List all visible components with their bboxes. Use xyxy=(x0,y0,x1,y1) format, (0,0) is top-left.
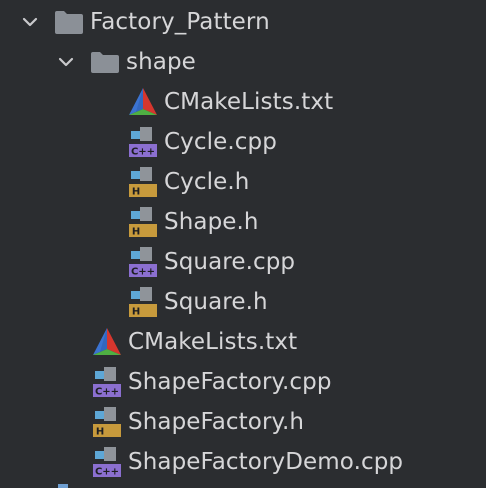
tree-row-label: Square.h xyxy=(164,289,268,315)
tree-row-file[interactable]: C++ ShapeFactory.cpp xyxy=(0,362,486,402)
cpp-badge-text: C++ xyxy=(131,147,155,158)
tree-row-label: Cycle.cpp xyxy=(164,129,277,155)
tree-row-label: ShapeFactory.cpp xyxy=(128,369,332,395)
chevron-down-icon[interactable] xyxy=(18,10,42,34)
project-tree: Factory_Pattern shape CMakeLists.txt C++… xyxy=(0,0,486,488)
tree-row-label: ShapeFactory.h xyxy=(128,409,305,435)
cmake-icon xyxy=(92,326,122,358)
header-badge-text: H xyxy=(132,307,140,318)
cpp-file-icon: C++ xyxy=(128,246,158,278)
tree-row-label: Shape.h xyxy=(164,209,259,235)
cpp-badge-text: C++ xyxy=(95,467,119,478)
tree-row-label: CMakeLists.txt xyxy=(164,89,334,115)
tree-row-file[interactable]: C++ ShapeFactoryDemo.cpp xyxy=(0,442,486,482)
tree-row-file[interactable]: C++ Square.cpp xyxy=(0,242,486,282)
cpp-badge-text: C++ xyxy=(131,267,155,278)
header-badge-text: H xyxy=(132,227,140,238)
folder-icon xyxy=(54,6,84,38)
cpp-file-icon: C++ xyxy=(92,446,122,478)
tree-row-label: Cycle.h xyxy=(164,169,250,195)
header-file-icon: H xyxy=(92,406,122,438)
chevron-down-icon[interactable] xyxy=(54,50,78,74)
tree-row-file[interactable]: CMakeLists.txt xyxy=(0,82,486,122)
tree-row-file[interactable]: C++ Cycle.cpp xyxy=(0,122,486,162)
cmake-icon xyxy=(128,86,158,118)
header-file-icon: H xyxy=(128,206,158,238)
header-badge-text: H xyxy=(132,187,140,198)
tree-row-file[interactable]: H Cycle.h xyxy=(0,162,486,202)
tree-row-label: shape xyxy=(126,49,196,75)
tree-row-label: Factory_Pattern xyxy=(90,9,270,35)
tree-row-file[interactable]: H ShapeFactory.h xyxy=(0,402,486,442)
tree-row-label: Square.cpp xyxy=(164,249,296,275)
folder-icon xyxy=(90,46,120,78)
tree-row-root-folder[interactable]: Factory_Pattern xyxy=(0,2,486,42)
header-file-icon: H xyxy=(128,286,158,318)
next-row-icon-fragment xyxy=(58,484,68,488)
tree-row-file[interactable]: CMakeLists.txt xyxy=(0,322,486,362)
tree-row-file[interactable]: H Square.h xyxy=(0,282,486,322)
tree-row-label: ShapeFactoryDemo.cpp xyxy=(128,449,404,475)
tree-row-file[interactable]: H Shape.h xyxy=(0,202,486,242)
cpp-file-icon: C++ xyxy=(128,126,158,158)
tree-row-label: CMakeLists.txt xyxy=(128,329,298,355)
cpp-file-icon: C++ xyxy=(92,366,122,398)
tree-row-shape-folder[interactable]: shape xyxy=(0,42,486,82)
header-file-icon: H xyxy=(128,166,158,198)
cpp-badge-text: C++ xyxy=(95,387,119,398)
header-badge-text: H xyxy=(96,427,104,438)
